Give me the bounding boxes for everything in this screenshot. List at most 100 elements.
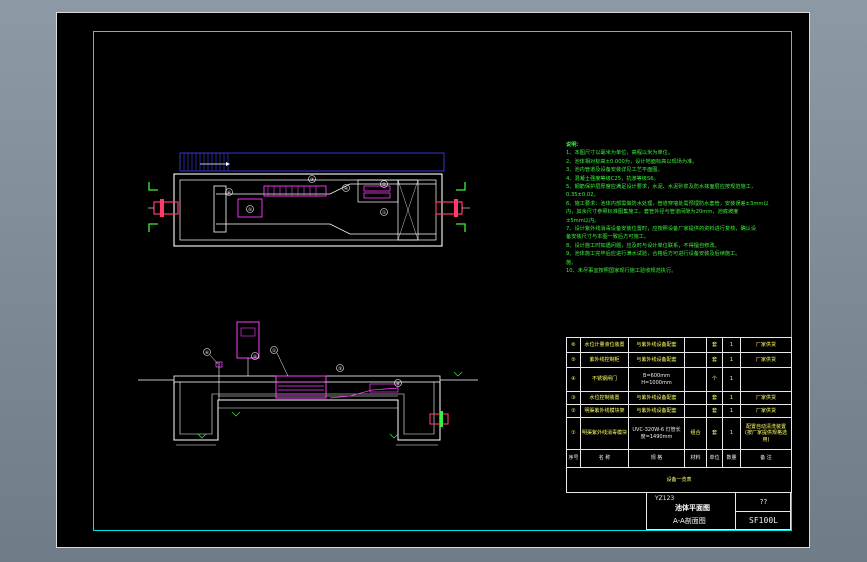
plan-inlet-flange: [160, 199, 164, 217]
section-top-slab: [173, 375, 441, 383]
note-line: 6、施工要求：池体内部需做防水处理，管道穿墙处需预埋防水套管，安装误差±3mm以: [566, 200, 769, 207]
plan-label-5: ⑤: [248, 207, 252, 213]
cell-no: ⑤: [566, 352, 581, 368]
plan-cover-hatch: [179, 152, 445, 172]
header-no: 序号: [566, 449, 581, 468]
section-label-4: ④: [396, 381, 400, 387]
cell-remark: 厂家供货: [740, 404, 792, 418]
header-name: 名 称: [580, 449, 629, 468]
cell-unit: 套: [706, 337, 723, 353]
section-label-5: ⑤: [253, 354, 257, 360]
cell-remark: 厂家供货: [740, 337, 792, 353]
drawing-title-plan: 池体平面图: [675, 504, 710, 512]
note-line: 8、设计施工时如遇问题，应及时与设计单位联系，不得擅自修改。: [566, 242, 720, 249]
notes-heading: 说明：: [566, 142, 582, 148]
cell-material: [684, 352, 707, 368]
cell-qty: 1: [722, 391, 741, 405]
cell-no: ④: [566, 367, 581, 392]
plan-label-3: ③: [310, 177, 314, 183]
table-row: ⑤ 紫外线控制柜 与紫外线设备配套 套 1 厂家供货: [566, 352, 792, 368]
cell-name: 水位计量液位装置: [580, 337, 629, 353]
note-line: 施。: [566, 259, 577, 266]
cell-unit: 套: [706, 352, 723, 368]
section-uv-module: [275, 375, 327, 399]
cell-spec: 与紫外线设备配套: [628, 352, 685, 368]
note-line: 3、池内管道及设备安装详见工艺平面图。: [566, 167, 663, 174]
cell-unit: 套: [706, 404, 723, 418]
drawing-code: YZ123: [655, 495, 675, 502]
cell-no: ⑥: [566, 337, 581, 353]
cell-qty: 1: [722, 367, 741, 392]
cell-name: 紫外线控制柜: [580, 352, 629, 368]
cell-remark: 厂家供货: [740, 352, 792, 368]
equipment-table: ⑥ 水位计量液位装置 与紫外线设备配套 套 1 厂家供货 ⑤ 紫外线控制柜 与紫…: [566, 337, 792, 493]
cell-remark: 配置自动清洗装置 (按厂家提供规格选用): [740, 417, 792, 450]
cell-material: [684, 367, 707, 392]
cell-no: ③: [566, 391, 581, 405]
note-line: 10、未尽事宜按照国家现行施工验收规范执行。: [566, 268, 677, 275]
cell-material: [684, 404, 707, 418]
cell-spec: 与紫外线设备配套: [628, 404, 685, 418]
plan-label-4: ④: [344, 186, 348, 192]
table-header-row: 序号 名 称 规 格 材料 单位 数量 备 注: [566, 449, 792, 468]
header-unit: 单位: [706, 449, 723, 468]
section-label-1: ①: [272, 348, 276, 354]
table-row: ① 明渠紫外线消毒模块 UVC-320W-6 灯管长度=1490mm 组合 套 …: [566, 417, 792, 450]
section-label-3: ③: [338, 366, 342, 372]
cell-material: [684, 391, 707, 405]
plan-inner-wall: [179, 179, 437, 241]
plan-label-6: ⑥: [227, 190, 231, 196]
drawing-number: SF100L: [749, 516, 778, 525]
table-footer-row: 设备一览表: [566, 467, 792, 493]
header-spec: 规 格: [628, 449, 685, 468]
table-title: 设备一览表: [566, 467, 792, 493]
cell-remark: 厂家供货: [740, 391, 792, 405]
note-line: 0.35±0.02。: [566, 192, 599, 199]
cell-name: 明渠紫外线模块架: [580, 404, 629, 418]
note-line: 4、混凝土强度等级C25，抗渗等级S6。: [566, 175, 659, 182]
cell-qty: 1: [722, 352, 741, 368]
header-qty: 数量: [722, 449, 741, 468]
header-remark: 备 注: [740, 449, 792, 468]
cell-qty: 1: [722, 417, 741, 450]
cell-no: ①: [566, 417, 581, 450]
cell-spec: B=600mm H=1000mm: [628, 367, 685, 392]
cell-qty: 1: [722, 404, 741, 418]
note-line: 2、池体相对标高±0.000为，设计地面标高以现场为准。: [566, 158, 698, 165]
title-block-main: YZ123 池体平面图 A-A剖面图: [647, 493, 736, 529]
cell-material: [684, 337, 707, 353]
plan-uv-module: [263, 185, 327, 197]
section-outlet-pipe: [429, 413, 449, 425]
note-line: 5、钢筋保护层厚度应满足设计要求，水泥、水泥砂浆及防水抹面层应按规范施工，: [566, 184, 757, 191]
cad-viewport[interactable]: ⑥ ⑤ ③ ④ ① ② ⑥ ⑤ ① ③ ④ 说明： 1、本图尺寸以毫米为单位，高…: [0, 0, 867, 562]
cell-spec: 与紫外线设备配套: [628, 391, 685, 405]
note-line: 备安装尺寸与本图一致后方可施工。: [566, 234, 650, 241]
cell-name: 明渠紫外线消毒模块: [580, 417, 629, 450]
cell-name: 不锈钢闸门: [580, 367, 629, 392]
cell-unit: 套: [706, 417, 723, 450]
plan-label-1: ①: [382, 210, 386, 216]
cell-qty: 1: [722, 337, 741, 353]
section-label-6: ⑥: [205, 350, 209, 356]
drawing-title-section: A-A剖面图: [673, 517, 706, 525]
note-line: 内，其余尺寸参照标准图集施工，套管外径与管道间隙为20mm，池底坡度: [566, 209, 739, 216]
cell-name: 水位控制装置: [580, 391, 629, 405]
note-line: 9、池体施工完毕后应进行满水试验，合格后方可进行设备安装及后续施工。: [566, 251, 741, 258]
cell-spec: 与紫外线设备配套: [628, 337, 685, 353]
header-material: 材料: [684, 449, 707, 468]
drawing-scale: ??: [736, 493, 791, 512]
section-mark-a-left: [148, 182, 158, 191]
table-row: ② 明渠紫外线模块架 与紫外线设备配套 套 1 厂家供货: [566, 404, 792, 418]
design-notes: 说明： 1、本图尺寸以毫米为单位，高程以米为单位。 2、池体相对标高±0.000…: [566, 141, 786, 276]
note-line: 7、设计紫外线消毒设备安装位置时，应按照设备厂家提供的资料进行复核，确认设: [566, 226, 757, 233]
table-row: ④ 不锈钢闸门 B=600mm H=1000mm 个 1: [566, 367, 792, 392]
plan-outlet-flange: [454, 199, 458, 217]
section-view: [138, 321, 478, 446]
table-row: ③ 水位控制装置 与紫外线设备配套 套 1 厂家供货: [566, 391, 792, 405]
plan-outlet-pipe: [435, 201, 463, 215]
cell-material: 组合: [684, 417, 707, 450]
cell-remark: [740, 367, 792, 392]
cell-no: ②: [566, 404, 581, 418]
note-line: 1、本图尺寸以毫米为单位，高程以米为单位。: [566, 150, 674, 157]
plan-inlet-gate: [213, 185, 227, 233]
